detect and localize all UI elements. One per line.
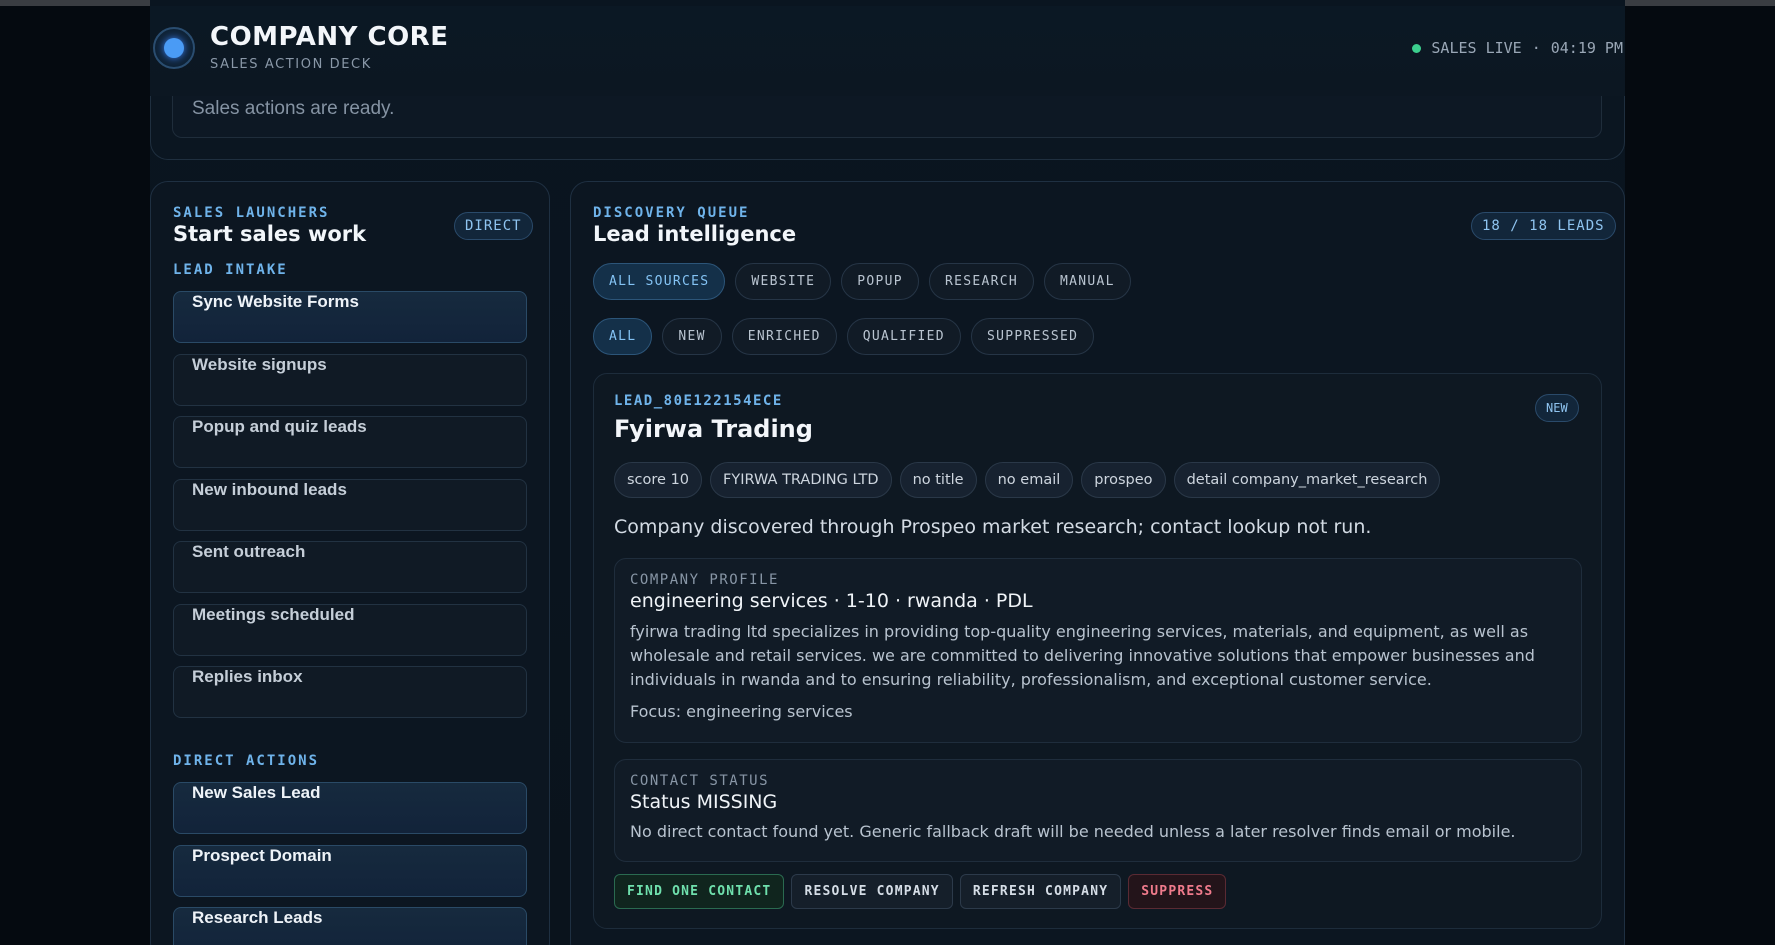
new-sales-lead-button[interactable]: New Sales Lead [173,782,527,834]
find-one-contact-button[interactable]: FIND ONE CONTACT [614,874,785,909]
filter-popup[interactable]: POPUP [841,263,919,300]
popup-quiz-leads-button[interactable]: Popup and quiz leads [173,416,527,468]
lead-chip-row: score 10 FYIRWA TRADING LTD no title no … [614,462,1441,498]
direct-actions-heading: DIRECT ACTIONS [173,753,320,769]
queue-title: Lead intelligence [593,222,797,246]
company-profile-body: fyirwa trading ltd specializes in provid… [630,622,1535,689]
brand-logo-icon [153,27,195,69]
live-label: SALES LIVE [1431,39,1522,57]
detail-chip: detail company_market_research [1173,462,1441,498]
research-leads-button[interactable]: Research Leads [173,907,527,945]
filter-qualified[interactable]: QUALIFIED [846,318,961,355]
lead-intake-list: Sync Website Forms Website signups Popup… [173,291,527,729]
lead-intake-heading: LEAD INTAKE [173,262,288,278]
status-message: Sales actions are ready. [192,98,395,119]
lead-action-row: FIND ONE CONTACT RESOLVE COMPANY REFRESH… [614,874,1227,909]
live-status: SALES LIVE · 04:19 PM [1412,39,1623,57]
lead-description: Company discovered through Prospeo marke… [614,516,1372,538]
lead-id: LEAD_80E122154ECE [614,393,783,409]
lead-name: Fyirwa Trading [614,415,813,443]
live-separator: · [1531,39,1541,57]
filter-research[interactable]: RESEARCH [928,263,1034,300]
company-profile-focus: Focus: engineering services [630,702,853,721]
contact-status-title: Status MISSING [630,791,778,813]
filter-website[interactable]: WEBSITE [735,263,832,300]
company-legal-name-chip: FYIRWA TRADING LTD [710,462,892,498]
brand-subtitle: SALES ACTION DECK [210,57,372,72]
launchers-title: Start sales work [173,222,367,246]
suppress-button[interactable]: SUPPRESS [1128,874,1227,909]
new-inbound-leads-button[interactable]: New inbound leads [173,478,527,531]
filter-enriched[interactable]: ENRICHED [731,318,837,355]
sent-outreach-button[interactable]: Sent outreach [173,541,527,593]
live-time: 04:19 PM [1550,39,1623,57]
filter-suppressed[interactable]: SUPPRESSED [970,318,1095,355]
source-chip: prospeo [1081,462,1166,498]
live-indicator-icon [1412,43,1422,53]
title-chip: no title [899,462,977,498]
filter-new[interactable]: NEW [662,318,722,355]
contact-status-eyebrow: CONTACT STATUS [630,773,770,789]
filter-all[interactable]: ALL [593,318,653,355]
direct-actions-list: New Sales Lead Prospect Domain Research … [173,782,527,945]
meetings-scheduled-button[interactable]: Meetings scheduled [173,603,527,656]
direct-badge: DIRECT [454,212,533,240]
replies-inbox-button[interactable]: Replies inbox [173,666,527,718]
lead-count-badge: 18 / 18 LEADS [1471,212,1616,240]
email-chip: no email [984,462,1074,498]
prospect-domain-button[interactable]: Prospect Domain [173,844,527,897]
score-chip: score 10 [614,462,703,498]
filter-all-sources[interactable]: ALL SOURCES [593,263,726,300]
brand-title: COMPANY CORE [210,22,449,52]
lead-status-badge: NEW [1535,394,1579,422]
website-signups-button[interactable]: Website signups [173,353,527,406]
resolve-company-button[interactable]: RESOLVE COMPANY [791,874,953,909]
status-filter-row: ALL NEW ENRICHED QUALIFIED SUPPRESSED [593,318,1095,355]
company-profile-title: engineering services · 1-10 · rwanda · P… [630,590,1033,612]
sync-website-forms-button[interactable]: Sync Website Forms [173,291,527,343]
launchers-eyebrow: SALES LAUNCHERS [173,205,330,221]
company-profile-eyebrow: COMPANY PROFILE [630,572,779,588]
filter-manual[interactable]: MANUAL [1043,263,1131,300]
queue-eyebrow: DISCOVERY QUEUE [593,205,750,221]
source-filter-row: ALL SOURCES WEBSITE POPUP RESEARCH MANUA… [593,263,1131,300]
contact-status-body: No direct contact found yet. Generic fal… [630,822,1516,841]
refresh-company-button[interactable]: REFRESH COMPANY [959,874,1122,909]
